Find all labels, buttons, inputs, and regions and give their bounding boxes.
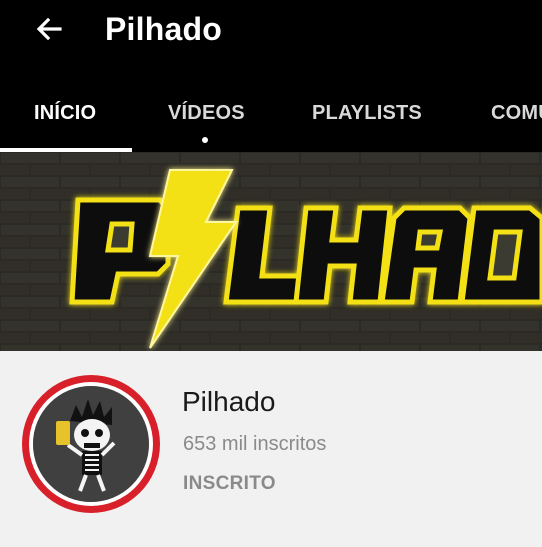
page-title: Pilhado xyxy=(105,11,222,47)
banner-logo xyxy=(0,152,542,351)
channel-tabs: INÍCIO VÍDEOS PLAYLISTS COMU xyxy=(0,88,542,152)
arrow-left-icon xyxy=(33,13,65,45)
back-button[interactable] xyxy=(26,8,72,50)
skeleton-mascot-icon xyxy=(33,386,149,502)
tab-inicio[interactable]: INÍCIO xyxy=(34,88,96,152)
new-content-dot xyxy=(202,137,208,143)
channel-name: Pilhado xyxy=(182,386,276,417)
subscribed-button[interactable]: INSCRITO xyxy=(183,471,276,497)
channel-header: Pilhado 653 mil inscritos INSCRITO xyxy=(0,351,542,547)
tab-community[interactable]: COMU xyxy=(491,88,542,152)
channel-banner xyxy=(0,152,542,351)
avatar-frame xyxy=(29,382,153,506)
channel-avatar[interactable] xyxy=(22,375,160,513)
subscriber-count: 653 mil inscritos xyxy=(183,433,327,455)
tab-playlists[interactable]: PLAYLISTS xyxy=(312,88,422,152)
app-bar: Pilhado INÍCIO VÍDEOS PLAYLISTS COMU xyxy=(0,0,542,152)
